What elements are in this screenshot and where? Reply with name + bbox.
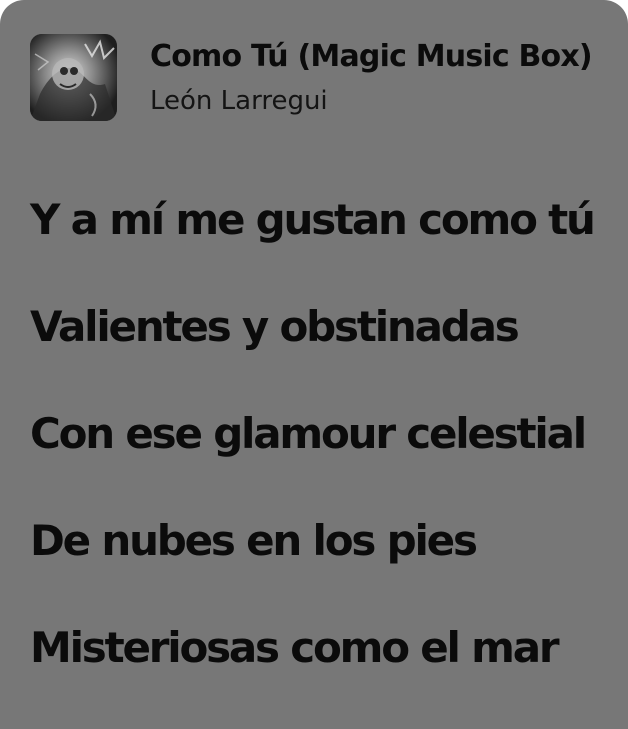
- album-artwork[interactable]: [30, 34, 117, 121]
- album-artwork-image: [30, 34, 117, 121]
- lyric-line[interactable]: Misteriosas como el mar: [30, 618, 618, 678]
- now-playing-header[interactable]: Como Tú (Magic Music Box) León Larregui: [30, 34, 608, 122]
- artist-name: León Larregui: [150, 86, 328, 116]
- lyric-line[interactable]: Con ese glamour celestial: [30, 404, 618, 464]
- lyrics-list: Y a mí me gustan como tú Valientes y obs…: [30, 190, 618, 725]
- song-title: Como Tú (Magic Music Box): [150, 39, 593, 74]
- lyric-line[interactable]: De nubes en los pies: [30, 511, 618, 571]
- track-meta: Como Tú (Magic Music Box) León Larregui: [150, 36, 608, 118]
- lyrics-card: Como Tú (Magic Music Box) León Larregui …: [0, 0, 628, 729]
- lyric-line[interactable]: Valientes y obstinadas: [30, 297, 618, 357]
- lyric-line[interactable]: Y a mí me gustan como tú: [30, 190, 618, 250]
